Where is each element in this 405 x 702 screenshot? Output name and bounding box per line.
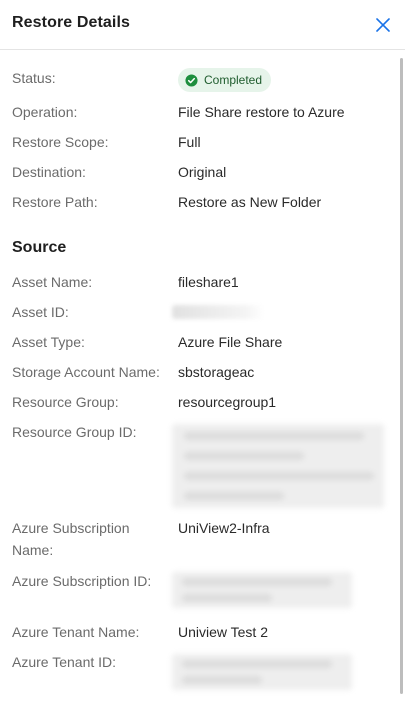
status-text: Completed (204, 73, 263, 87)
tenant-name-value: Uniview Test 2 (178, 624, 269, 640)
operation-value: File Share restore to Azure (178, 104, 345, 120)
restore-path-value: Restore as New Folder (178, 194, 322, 210)
resource-group-value: resourcegroup1 (178, 394, 277, 410)
destination-label: Destination: (12, 164, 86, 180)
asset-type-label: Asset Type: (12, 334, 85, 350)
storage-account-value: sbstorageac (178, 364, 255, 380)
panel-header: Restore Details (0, 0, 405, 50)
restore-path-label: Restore Path: (12, 194, 98, 210)
subscription-name-value: UniView2-Infra (178, 520, 270, 536)
asset-type-value: Azure File Share (178, 334, 283, 350)
asset-name-value: fileshare1 (178, 274, 239, 290)
restore-scope-label: Restore Scope: (12, 134, 109, 150)
scrollbar[interactable] (400, 58, 403, 694)
resource-group-label: Resource Group: (12, 394, 119, 410)
restore-scope-value: Full (178, 134, 201, 150)
tenant-id-label: Azure Tenant ID: (12, 654, 117, 670)
subscription-id-redacted (172, 572, 352, 608)
status-label: Status: (12, 70, 56, 86)
subscription-name-label-line1: Azure Subscription (12, 520, 130, 536)
subscription-name-label: Azure Subscription Name: (12, 517, 172, 561)
operation-label: Operation: (12, 104, 78, 120)
source-section-title: Source (12, 239, 67, 256)
check-circle-icon (185, 73, 198, 87)
panel-title: Restore Details (12, 14, 130, 31)
resource-group-id-label: Resource Group ID: (12, 424, 137, 440)
tenant-id-redacted (172, 654, 352, 690)
storage-account-label: Storage Account Name: (12, 364, 160, 380)
destination-value: Original (178, 164, 227, 180)
asset-name-label: Asset Name: (12, 274, 93, 290)
tenant-name-label: Azure Tenant Name: (12, 624, 140, 640)
close-icon[interactable] (372, 14, 394, 36)
asset-id-label: Asset ID: (12, 304, 69, 320)
subscription-id-label: Azure Subscription ID: (12, 573, 152, 589)
subscription-name-label-line2: Name: (12, 542, 54, 558)
status-badge: Completed (178, 68, 272, 92)
asset-id-redacted (172, 305, 264, 319)
resource-group-id-redacted (172, 424, 384, 508)
